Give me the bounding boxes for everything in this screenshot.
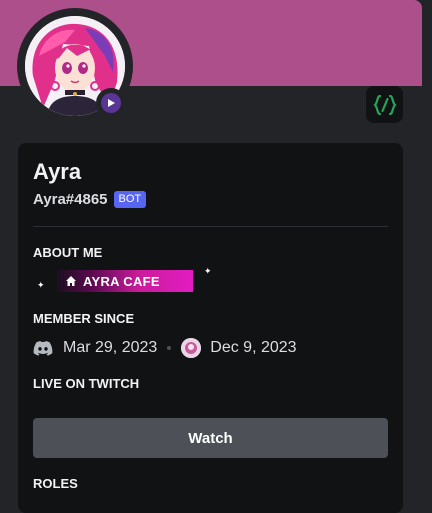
status-indicator xyxy=(96,88,126,118)
play-icon xyxy=(101,93,121,113)
member-since-heading: MEMBER SINCE xyxy=(33,311,135,326)
roles-heading: ROLES xyxy=(33,476,78,491)
server-member-date: Dec 9, 2023 xyxy=(210,339,297,356)
server-icon xyxy=(181,338,202,358)
username-row: Ayra#4865 BOT xyxy=(33,191,147,208)
about-me-heading: ABOUT ME xyxy=(33,245,103,260)
username[interactable]: Ayra#4865 xyxy=(33,191,108,208)
display-name: Ayra xyxy=(33,159,82,184)
ayra-cafe-badge: AYRA CAFE xyxy=(57,270,193,292)
about-me-content: ✦ AYRA CAFE ✦ xyxy=(33,266,233,296)
bot-badge: BOT xyxy=(113,191,147,208)
discord-member-date: Mar 29, 2023 xyxy=(63,339,158,356)
live-on-twitch-heading: LIVE ON TWITCH xyxy=(33,376,140,391)
ayra-cafe-text: AYRA CAFE xyxy=(83,273,160,289)
separator-dot xyxy=(167,346,172,350)
sparkle-icon: ✦ xyxy=(37,280,45,290)
discord-icon xyxy=(33,341,53,356)
divider xyxy=(33,226,388,227)
watch-button[interactable]: Watch xyxy=(33,418,388,458)
home-icon xyxy=(66,276,76,286)
member-since-row: Mar 29, 2023 Dec 9, 2023 xyxy=(33,336,297,360)
profile-card: Ayra Ayra#4865 BOT ABOUT ME ✦ AYRA CAFE … xyxy=(18,143,403,513)
sparkle-icon: ✦ xyxy=(204,266,212,276)
slash-command-icon[interactable] xyxy=(366,86,403,123)
